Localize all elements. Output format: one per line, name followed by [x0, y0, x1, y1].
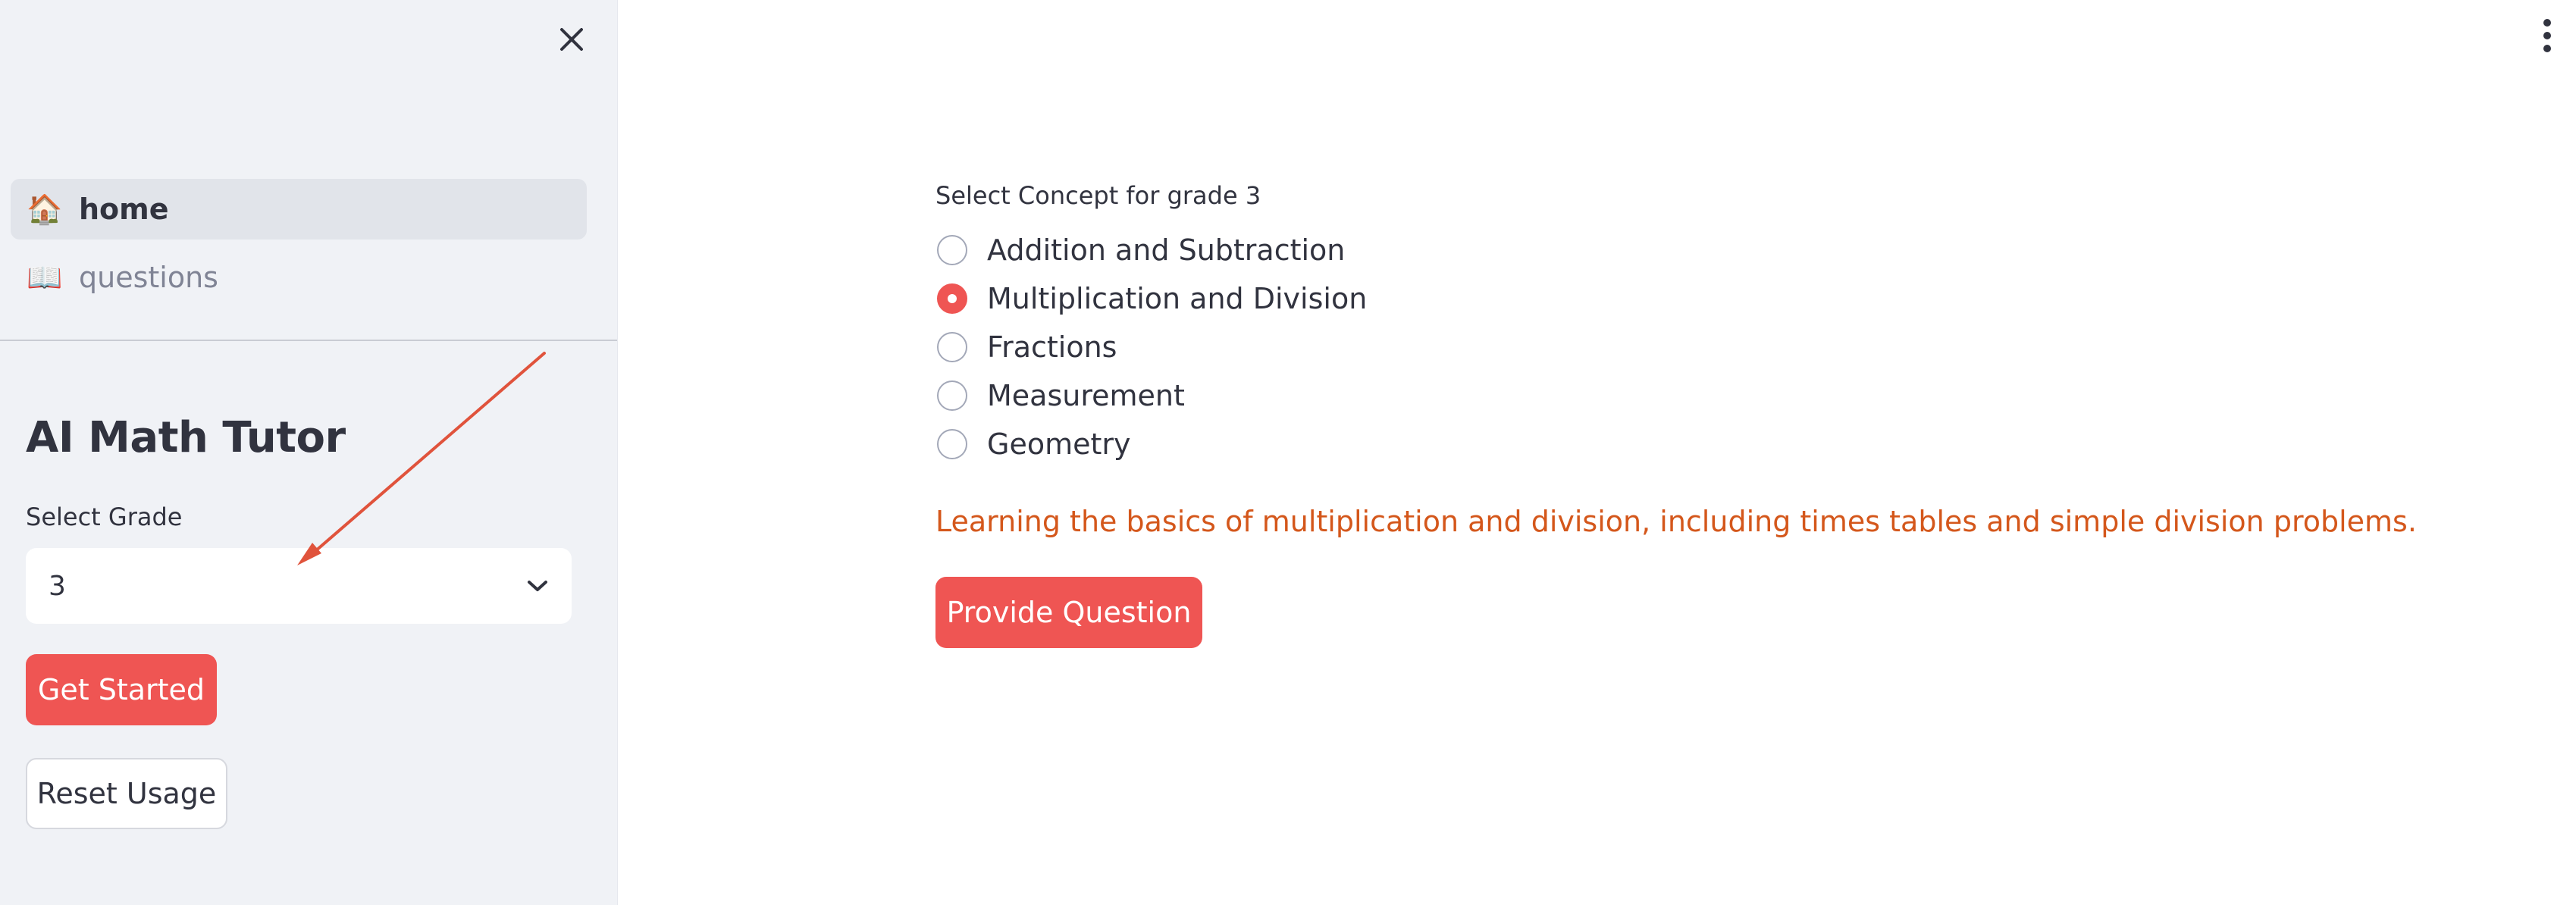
sidebar-item-label: questions: [79, 261, 218, 294]
sidebar-item-label: home: [79, 193, 169, 226]
main-menu-button[interactable]: [2540, 18, 2555, 53]
get-started-button[interactable]: Get Started: [26, 654, 217, 725]
concept-option-fractions[interactable]: Fractions: [937, 323, 1117, 371]
radio-circle[interactable]: [937, 235, 967, 265]
sidebar: 🏠 home 📖 questions AI Math Tutor Select …: [0, 0, 618, 905]
radio-circle[interactable]: [937, 332, 967, 362]
sidebar-divider: [0, 340, 617, 341]
radio-label: Measurement: [987, 379, 1185, 412]
concept-option-measurement[interactable]: Measurement: [937, 371, 1185, 420]
radio-label: Multiplication and Division: [987, 282, 1368, 315]
radio-circle[interactable]: [937, 429, 967, 459]
concept-option-addition-subtraction[interactable]: Addition and Subtraction: [937, 226, 1345, 274]
sidebar-item-questions[interactable]: 📖 questions: [11, 247, 587, 308]
provide-question-button[interactable]: Provide Question: [935, 577, 1202, 648]
chevron-down-icon: [528, 581, 547, 591]
reset-usage-button[interactable]: Reset Usage: [26, 758, 227, 829]
radio-label: Addition and Subtraction: [987, 233, 1346, 267]
radio-circle-selected[interactable]: [937, 283, 967, 314]
concept-description: Learning the basics of multiplication an…: [935, 505, 2417, 538]
sidebar-item-home[interactable]: 🏠 home: [11, 179, 587, 240]
close-icon: [560, 28, 583, 51]
grade-select-label: Select Grade: [26, 503, 183, 531]
grade-select[interactable]: 3: [26, 548, 572, 624]
radio-label: Geometry: [987, 427, 1131, 461]
house-icon: 🏠: [27, 192, 63, 226]
radio-circle[interactable]: [937, 380, 967, 411]
kebab-menu-icon: [2543, 19, 2551, 52]
radio-label: Fractions: [987, 330, 1117, 364]
concept-select-label: Select Concept for grade 3: [935, 181, 1261, 210]
concept-option-geometry[interactable]: Geometry: [937, 420, 1130, 468]
grade-select-value: 3: [49, 570, 66, 602]
app-title: AI Math Tutor: [26, 413, 346, 462]
concept-option-multiplication-division[interactable]: Multiplication and Division: [937, 274, 1367, 323]
open-book-icon: 📖: [27, 260, 63, 294]
close-sidebar-button[interactable]: [552, 20, 591, 59]
